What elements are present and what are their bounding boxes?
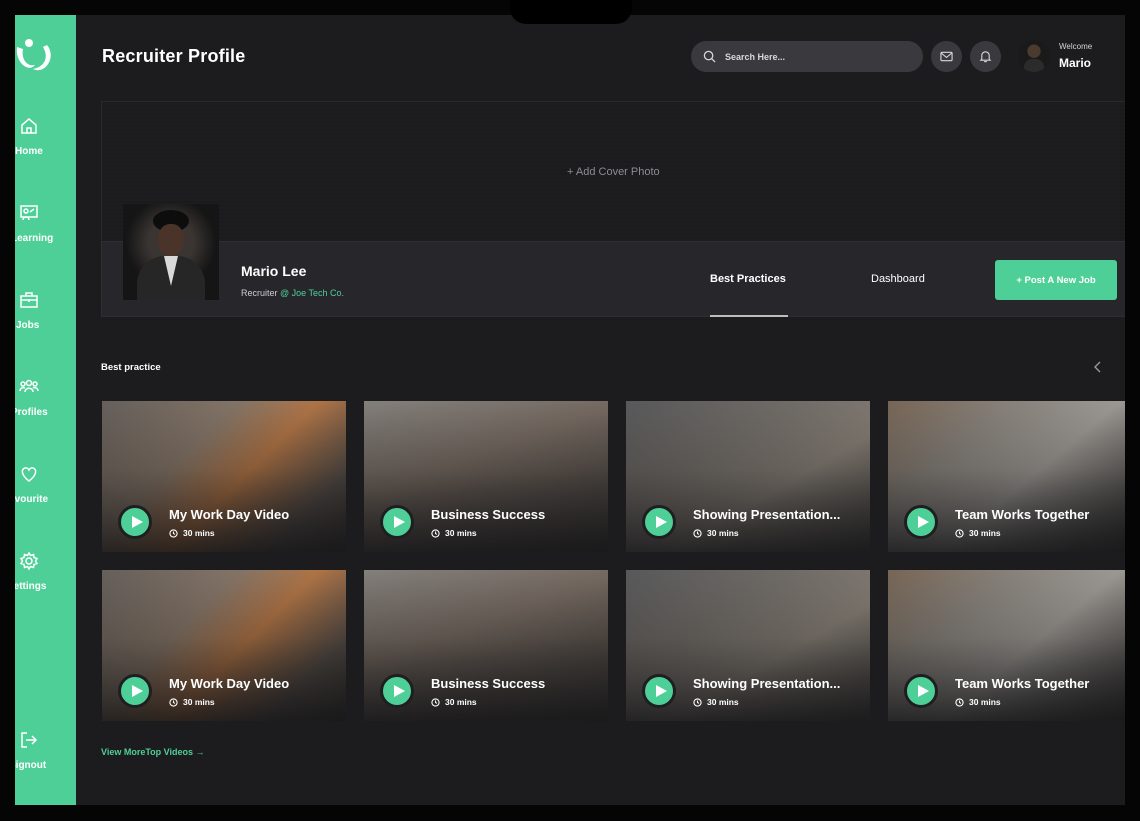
video-title: My Work Day Video [169, 676, 290, 691]
video-card[interactable]: Business Success 30 mins [364, 401, 608, 552]
duration-text: 30 mins [969, 528, 1001, 538]
sidebar-item-profiles[interactable]: Profiles [15, 377, 76, 427]
duration-text: 30 mins [183, 528, 215, 538]
play-icon[interactable] [380, 505, 414, 539]
company-link[interactable]: @ Joe Tech Co. [280, 288, 344, 298]
sidebar-item-label: Profiles [15, 407, 48, 418]
video-title: Business Success [431, 676, 546, 691]
video-card[interactable]: Team Works Together 30 mins [888, 401, 1125, 552]
duration-text: 30 mins [707, 697, 739, 707]
duration-text: 30 mins [969, 697, 1001, 707]
learning-icon [20, 205, 38, 221]
section-title: Best practice [101, 362, 161, 373]
duration-text: 30 mins [707, 528, 739, 538]
video-card[interactable]: Showing Presentation... 30 mins [626, 401, 870, 552]
sidebar-item-label: Favourite [15, 494, 49, 505]
photo-head [158, 224, 184, 256]
play-icon[interactable] [118, 505, 152, 539]
device-notch [510, 0, 632, 24]
search-input[interactable] [725, 41, 915, 72]
heart-icon [21, 467, 37, 482]
play-icon[interactable] [380, 674, 414, 708]
sidebar-item-label: Jobs [16, 320, 40, 331]
clock-icon [169, 698, 178, 707]
profile-photo [123, 204, 219, 300]
post-new-job-button[interactable]: + Post A New Job [995, 260, 1117, 300]
welcome-text: Welcome [1059, 42, 1093, 51]
search-bar[interactable] [691, 41, 923, 72]
duration-text: 30 mins [445, 697, 477, 707]
clock-icon [169, 529, 178, 538]
sidebar-item-label: Settings [15, 581, 47, 592]
clock-icon [431, 698, 440, 707]
role-text: Recruiter [241, 288, 278, 298]
play-icon[interactable] [904, 674, 938, 708]
play-icon[interactable] [118, 674, 152, 708]
clock-icon [693, 529, 702, 538]
gear-icon [19, 551, 39, 571]
sidebar-item-label: Home [15, 146, 43, 157]
clock-icon [955, 529, 964, 538]
video-title: My Work Day Video [169, 507, 290, 522]
page-title: Recruiter Profile [102, 46, 246, 66]
video-card[interactable]: My Work Day Video 30 mins [102, 570, 346, 721]
notifications-button[interactable] [970, 41, 1001, 72]
clock-icon [431, 529, 440, 538]
video-card[interactable]: Showing Presentation... 30 mins [626, 570, 870, 721]
profile-role: Recruiter @ Joe Tech Co. [241, 288, 344, 298]
sidebar-item-label: Learning [15, 233, 54, 244]
play-icon[interactable] [904, 505, 938, 539]
search-icon [703, 50, 716, 63]
tab-best-practices[interactable]: Best Practices [710, 273, 786, 285]
device-frame: Home Learning Jobs Profiles [0, 0, 1140, 821]
app-screen: Home Learning Jobs Profiles [15, 15, 1125, 805]
briefcase-icon [20, 292, 38, 308]
tab-dashboard[interactable]: Dashboard [871, 273, 925, 285]
sidebar-item-settings[interactable]: Settings [15, 551, 76, 601]
duration-text: 30 mins [183, 697, 215, 707]
sidebar-item-jobs[interactable]: Jobs [15, 290, 76, 340]
sidebar: Home Learning Jobs Profiles [15, 15, 76, 805]
add-cover-photo-button[interactable]: + Add Cover Photo [567, 166, 660, 178]
user-name: Mario [1059, 56, 1092, 70]
sidebar-item-home[interactable]: Home [15, 116, 76, 166]
sidebar-item-signout[interactable]: Signout [15, 730, 76, 780]
play-icon[interactable] [642, 674, 676, 708]
mail-icon [940, 51, 953, 62]
video-card[interactable]: My Work Day Video 30 mins [102, 401, 346, 552]
sidebar-item-favourite[interactable]: Favourite [15, 464, 76, 514]
play-icon[interactable] [642, 505, 676, 539]
clock-icon [955, 698, 964, 707]
sidebar-item-learning[interactable]: Learning [15, 203, 76, 253]
view-more-videos-link[interactable]: View MoreTop Videos → [101, 747, 205, 757]
duration-text: 30 mins [445, 528, 477, 538]
logo-icon [16, 39, 51, 71]
chevron-left-icon[interactable] [1091, 360, 1105, 374]
video-title: Team Works Together [955, 507, 1090, 522]
video-card[interactable]: Team Works Together 30 mins [888, 570, 1125, 721]
profiles-icon [19, 379, 39, 393]
clock-icon [693, 698, 702, 707]
sidebar-item-label: Signout [15, 760, 47, 771]
active-tab-indicator [710, 315, 788, 317]
video-title: Showing Presentation... [693, 507, 841, 522]
video-title: Showing Presentation... [693, 676, 841, 691]
bell-icon [979, 51, 992, 63]
avatar[interactable] [1018, 40, 1050, 72]
video-title: Business Success [431, 507, 546, 522]
profile-name: Mario Lee [241, 263, 307, 279]
profile-bar [101, 241, 1125, 317]
messages-button[interactable] [931, 41, 962, 72]
video-card[interactable]: Business Success 30 mins [364, 570, 608, 721]
avatar-body [1024, 59, 1044, 72]
signout-icon [21, 732, 38, 748]
video-title: Team Works Together [955, 676, 1090, 691]
home-icon [21, 118, 37, 134]
